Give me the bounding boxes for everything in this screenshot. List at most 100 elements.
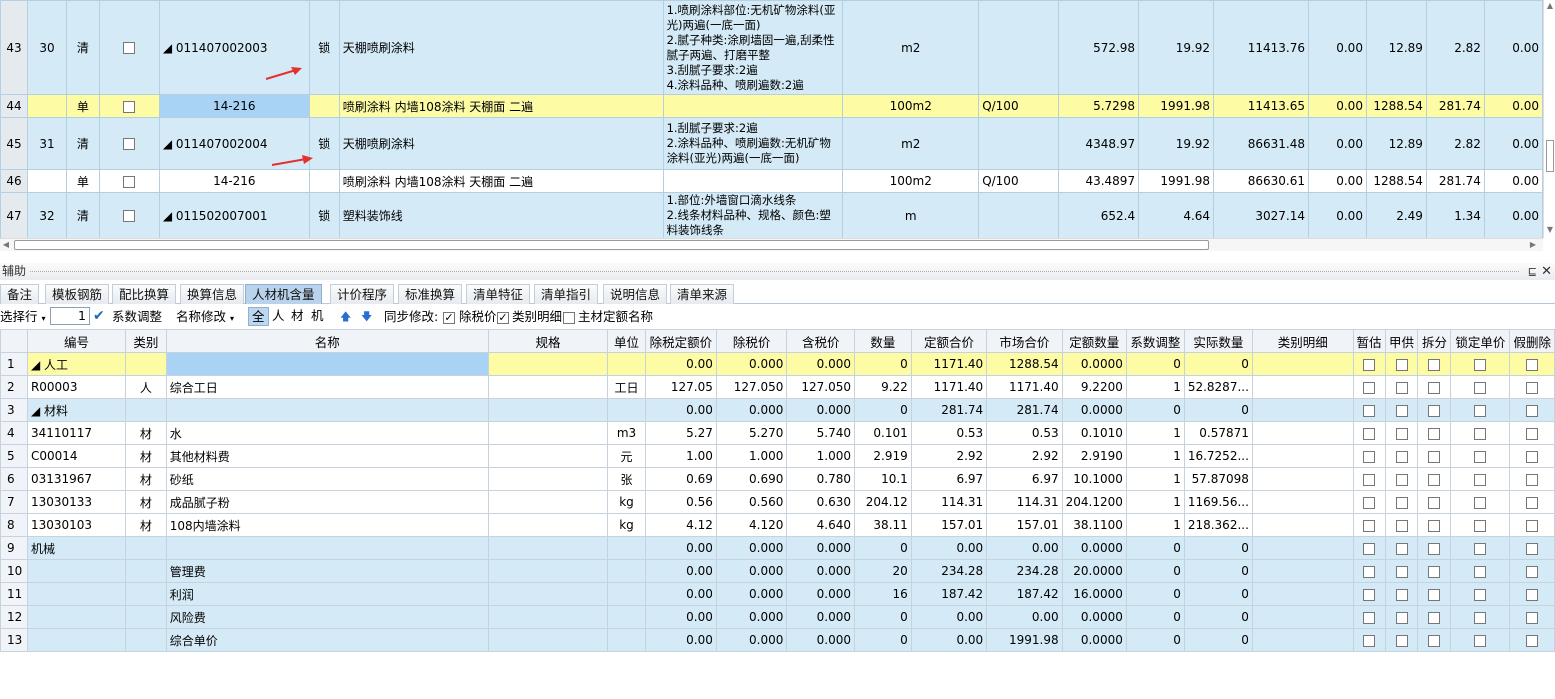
checkbox[interactable] xyxy=(1363,519,1375,532)
qty-cell[interactable]: 204.12 xyxy=(854,490,912,514)
name-cell[interactable]: 成品腻子粉 xyxy=(165,490,489,514)
name-cell[interactable]: 风险费 xyxy=(165,605,489,629)
tab-5[interactable]: 计价程序 xyxy=(330,284,395,304)
qty-cell[interactable]: 652.4 xyxy=(1058,192,1140,238)
checkbox[interactable] xyxy=(1474,404,1487,417)
column-header[interactable]: 定额合价 xyxy=(910,329,988,353)
flag-cell[interactable] xyxy=(1384,421,1419,445)
filter-material-button[interactable]: 材 xyxy=(288,307,307,326)
coef-cell[interactable]: 0 xyxy=(1125,398,1185,422)
scroll-down-icon[interactable]: ▼ xyxy=(1544,224,1555,236)
resource-row[interactable]: 6 03131967 材 砂纸 张 0.69 0.690 0.780 10.1 6.97 6.97 1… xyxy=(0,467,1555,491)
quota-qty-cell[interactable]: 2.9190 xyxy=(1061,444,1127,468)
name-cell[interactable]: 综合工日 xyxy=(165,375,489,399)
boq-row[interactable]: 46 单 14-216 喷刷涂料 内墙108涂料 天棚面 二遍 100m2 Q/100 43… xyxy=(0,169,1543,193)
checkbox[interactable] xyxy=(1395,519,1408,532)
value-cell[interactable]: 12.89 xyxy=(1365,117,1427,170)
column-header[interactable]: 市场合价 xyxy=(986,329,1063,353)
checkbox[interactable] xyxy=(1526,519,1539,532)
price-cell[interactable]: 1991.98 xyxy=(1138,94,1215,118)
lock-cell[interactable] xyxy=(308,94,340,118)
quota-qty-cell[interactable]: 0.1010 xyxy=(1061,421,1127,445)
flag-cell[interactable] xyxy=(1352,536,1386,560)
checkbox[interactable] xyxy=(1428,542,1441,555)
value-cell[interactable]: 1288.54 xyxy=(1365,94,1427,118)
total-cell[interactable]: 234.28 xyxy=(986,559,1063,583)
total-cell[interactable]: 1171.40 xyxy=(910,375,988,399)
quota-qty-cell[interactable]: 9.2200 xyxy=(1061,375,1127,399)
checkbox[interactable] xyxy=(1428,450,1441,463)
total-cell[interactable]: 2.92 xyxy=(986,444,1063,468)
expr-cell[interactable] xyxy=(978,117,1060,170)
resource-row[interactable]: 13 综合单价 0.00 0.000 0.000 0 0.00 1991.98 0.0000 0 0 xyxy=(0,628,1555,652)
checkbox[interactable] xyxy=(123,42,136,54)
flag-cell[interactable] xyxy=(1509,536,1555,560)
price-cell[interactable]: 127.050 xyxy=(786,375,856,399)
flag-cell[interactable] xyxy=(1450,444,1511,468)
quota-qty-cell[interactable]: 16.0000 xyxy=(1061,582,1127,606)
row-number[interactable]: 7 xyxy=(0,490,28,514)
actual-qty-cell[interactable]: 218.362... xyxy=(1183,513,1253,537)
resource-row[interactable]: 8 13030103 材 108内墙涂料 kg 4.12 4.120 4.640 38.11 15… xyxy=(0,513,1555,537)
flag-cell[interactable] xyxy=(1417,582,1452,606)
detail-cell[interactable] xyxy=(1251,375,1354,399)
price-cell[interactable]: 0.000 xyxy=(715,559,788,583)
resource-row[interactable]: 1 ◢ 人工 0.00 0.000 0.000 0 1171.40 1288.54 0.0000… xyxy=(0,352,1555,376)
flag-cell[interactable] xyxy=(1384,605,1419,629)
flag-cell[interactable] xyxy=(1450,398,1511,422)
actual-qty-cell[interactable]: 16.7252... xyxy=(1183,444,1253,468)
tab-2[interactable]: 配比换算 xyxy=(112,284,177,304)
row-number[interactable]: 6 xyxy=(0,467,28,491)
checkbox[interactable] xyxy=(1395,634,1408,647)
spec-cell[interactable] xyxy=(487,352,609,376)
price-cell[interactable]: 0.000 xyxy=(715,352,788,376)
price-cell[interactable]: 1.000 xyxy=(786,444,856,468)
flag-cell[interactable] xyxy=(1352,490,1386,514)
column-header[interactable]: 假删除 xyxy=(1509,329,1555,353)
actual-qty-cell[interactable]: 0 xyxy=(1183,582,1253,606)
price-cell[interactable]: 0.69 xyxy=(644,467,717,491)
column-header[interactable]: 编号 xyxy=(26,329,126,353)
flag-cell[interactable] xyxy=(1417,605,1452,629)
value-cell[interactable]: 0.00 xyxy=(1308,169,1367,193)
flag-cell[interactable] xyxy=(1509,582,1555,606)
column-header[interactable]: 类别明细 xyxy=(1251,329,1354,353)
price-cell[interactable]: 1.000 xyxy=(715,444,788,468)
flag-cell[interactable] xyxy=(1352,559,1386,583)
value-cell[interactable]: 0.00 xyxy=(1483,169,1543,193)
code-cell[interactable]: ◢ 011502007001 xyxy=(158,192,310,238)
quota-qty-cell[interactable]: 38.1100 xyxy=(1061,513,1127,537)
scroll-thumb[interactable] xyxy=(1546,140,1554,172)
coef-cell[interactable]: 0 xyxy=(1125,536,1185,560)
qty-cell[interactable]: 20 xyxy=(854,559,912,583)
price-cell[interactable]: 0.000 xyxy=(786,536,856,560)
checkbox[interactable] xyxy=(1474,634,1487,647)
unit-cell[interactable]: kg xyxy=(607,513,646,537)
qty-cell[interactable]: 5.7298 xyxy=(1058,94,1140,118)
filter-labor-button[interactable]: 人 xyxy=(269,307,288,326)
resource-row[interactable]: 2 R00003 人综合工日 工日 127.05 127.050 127.050 9.22 11… xyxy=(0,375,1555,399)
spec-cell[interactable] xyxy=(487,444,609,468)
resource-row[interactable]: 4 34110117 材 水 m3 5.27 5.270 5.740 0.101 0.53 0.53… xyxy=(0,421,1555,445)
total-cell[interactable]: 0.00 xyxy=(910,628,988,652)
flag-cell[interactable] xyxy=(1384,352,1419,376)
lock-cell[interactable]: 锁 xyxy=(308,0,340,95)
seq-cell[interactable] xyxy=(26,94,67,118)
qty-cell[interactable]: 4348.97 xyxy=(1058,117,1140,170)
code-cell[interactable]: 14-216 xyxy=(158,94,310,118)
tab-6[interactable]: 标准换算 xyxy=(398,284,463,304)
checkbox[interactable] xyxy=(1428,496,1441,509)
checkbox-cell[interactable] xyxy=(98,117,160,170)
price-cell[interactable]: 0.780 xyxy=(786,467,856,491)
tab-1[interactable]: 模板钢筋 xyxy=(45,284,110,304)
actual-qty-cell[interactable]: 0 xyxy=(1183,398,1253,422)
checkbox[interactable] xyxy=(1395,427,1408,440)
unit-cell[interactable]: 工日 xyxy=(607,375,646,399)
checkbox[interactable] xyxy=(123,175,136,188)
actual-qty-cell[interactable]: 57.87098 xyxy=(1183,467,1253,491)
unit-cell[interactable]: 张 xyxy=(607,467,646,491)
quota-qty-cell[interactable]: 20.0000 xyxy=(1061,559,1127,583)
total-cell[interactable]: 281.74 xyxy=(910,398,988,422)
tab-8[interactable]: 清单指引 xyxy=(534,284,599,304)
checkbox[interactable] xyxy=(1395,565,1408,578)
